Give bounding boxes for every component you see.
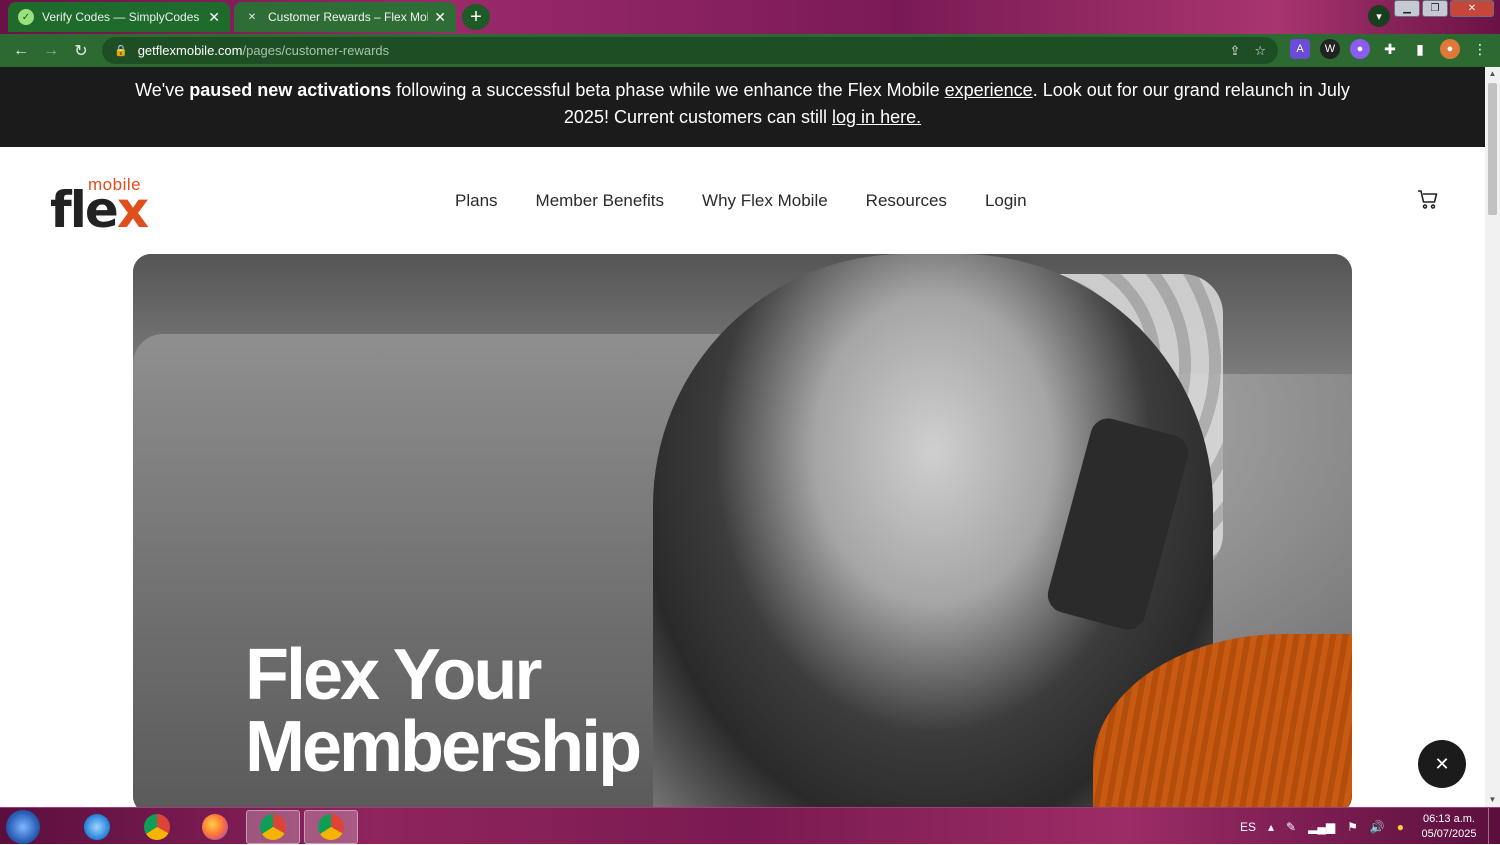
hero-banner: Flex Your Membership: [133, 254, 1352, 807]
puzzle-extensions-icon[interactable]: ✚: [1380, 39, 1400, 59]
volume-icon[interactable]: 🔊: [1370, 820, 1385, 834]
tab-search-chevron-icon[interactable]: ▾: [1368, 5, 1390, 27]
browser-toolbar: ← → ↻ 🔒 getflexmobile.com/pages/customer…: [0, 34, 1500, 67]
main-nav: Plans Member Benefits Why Flex Mobile Re…: [455, 191, 1027, 211]
side-panel-icon[interactable]: ▮: [1410, 39, 1430, 59]
scroll-down-icon[interactable]: ▼: [1485, 793, 1500, 807]
site-header: mobile flex Plans Member Benefits Why Fl…: [0, 147, 1485, 253]
window-controls: ▁ ❐ ✕: [1394, 0, 1494, 17]
flex-mobile-logo[interactable]: mobile flex: [50, 175, 160, 239]
bookmark-star-icon[interactable]: ☆: [1254, 43, 1266, 59]
language-indicator[interactable]: ES: [1240, 820, 1256, 834]
login-here-link[interactable]: log in here.: [832, 107, 921, 127]
taskbar-ie-icon[interactable]: [70, 810, 124, 844]
cart-icon[interactable]: [1416, 187, 1440, 211]
clock-date: 05/07/2025: [1421, 828, 1477, 840]
restore-icon[interactable]: ❐: [1422, 0, 1448, 17]
system-tray: ES ▴ ✎ ▂▄▆ ⚑ 🔊 ●: [1240, 808, 1404, 845]
taskbar-chrome-window-2-icon[interactable]: [304, 810, 358, 844]
close-window-icon[interactable]: ✕: [1450, 0, 1494, 17]
hero-headline-line1: Flex Your: [245, 635, 542, 715]
clock-time: 06:13 a.m.: [1423, 813, 1475, 825]
extension-icons: A W ● ✚ ▮ ● ⋮: [1290, 39, 1490, 59]
page-viewport: We've paused new activations following a…: [0, 67, 1485, 807]
pen-icon[interactable]: ✎: [1286, 820, 1296, 834]
taskbar-chrome-window-1-icon[interactable]: [246, 810, 300, 844]
page-scrollbar[interactable]: ▲ ▼: [1485, 67, 1500, 807]
extension-w-icon[interactable]: W: [1320, 39, 1340, 59]
start-button-icon[interactable]: [6, 810, 40, 844]
profile-avatar-icon[interactable]: ●: [1440, 39, 1460, 59]
hero-headline: Flex Your Membership: [245, 635, 642, 787]
scrollbar-thumb[interactable]: [1488, 83, 1497, 215]
address-bar[interactable]: 🔒 getflexmobile.com/pages/customer-rewar…: [102, 37, 1278, 64]
nav-why-flex-mobile[interactable]: Why Flex Mobile: [702, 191, 828, 211]
hero-headline-line2: Membership: [245, 707, 642, 787]
flag-icon[interactable]: ⚑: [1347, 820, 1358, 834]
new-tab-button[interactable]: +: [462, 4, 490, 30]
show-desktop-button[interactable]: [1488, 808, 1500, 845]
browser-tab-strip: ✓ Verify Codes — SimplyCodes ✕ ✕ Custome…: [0, 0, 1500, 34]
taskbar-clock[interactable]: 06:13 a.m. 05/07/2025: [1416, 812, 1482, 842]
share-icon[interactable]: ⇪: [1229, 43, 1240, 59]
chat-close-button[interactable]: ✕: [1418, 740, 1466, 788]
announcement-middle: following a successful beta phase while …: [391, 80, 945, 100]
lock-icon: 🔒: [114, 45, 128, 57]
tab-flex-mobile[interactable]: ✕ Customer Rewards – Flex Mobile ✕: [234, 2, 456, 32]
taskbar-chrome-icon[interactable]: [130, 810, 184, 844]
tray-expand-icon[interactable]: ▴: [1268, 820, 1274, 834]
chrome-menu-icon[interactable]: ⋮: [1470, 39, 1490, 59]
logo-flex-text: flex: [50, 181, 149, 239]
scroll-up-icon[interactable]: ▲: [1485, 67, 1500, 81]
url-host: getflexmobile.com: [137, 43, 243, 58]
nav-login[interactable]: Login: [985, 191, 1027, 211]
nav-plans[interactable]: Plans: [455, 191, 498, 211]
extension-purple-icon[interactable]: ●: [1350, 39, 1370, 59]
taskbar-firefox-icon[interactable]: [188, 810, 242, 844]
announcement-prefix: We've: [135, 80, 190, 100]
nav-resources[interactable]: Resources: [866, 191, 947, 211]
url-path: /pages/customer-rewards: [242, 43, 390, 58]
extension-a-icon[interactable]: A: [1290, 39, 1310, 59]
tab-title: Customer Rewards – Flex Mobile: [268, 10, 429, 24]
announcement-banner: We've paused new activations following a…: [0, 67, 1485, 147]
flex-mobile-favicon-icon: ✕: [247, 11, 257, 23]
windows-taskbar: ES ▴ ✎ ▂▄▆ ⚑ 🔊 ● 06:13 a.m. 05/07/2025: [0, 807, 1500, 845]
tab-simplycodes[interactable]: ✓ Verify Codes — SimplyCodes ✕: [8, 2, 230, 32]
tray-app-icon[interactable]: ●: [1397, 820, 1404, 834]
announcement-bold: paused new activations: [189, 80, 392, 100]
simplycodes-favicon-icon: ✓: [18, 9, 34, 25]
tab-close-icon[interactable]: ✕: [208, 9, 220, 26]
minimize-icon[interactable]: ▁: [1394, 0, 1420, 17]
nav-member-benefits[interactable]: Member Benefits: [536, 191, 665, 211]
reload-icon[interactable]: ↻: [66, 36, 96, 66]
tab-title: Verify Codes — SimplyCodes: [42, 10, 200, 24]
back-arrow-icon[interactable]: ←: [6, 36, 36, 66]
tab-close-icon[interactable]: ✕: [434, 9, 446, 26]
network-signal-icon[interactable]: ▂▄▆: [1308, 820, 1335, 834]
forward-arrow-icon[interactable]: →: [36, 36, 66, 66]
experience-link[interactable]: experience: [945, 80, 1033, 100]
